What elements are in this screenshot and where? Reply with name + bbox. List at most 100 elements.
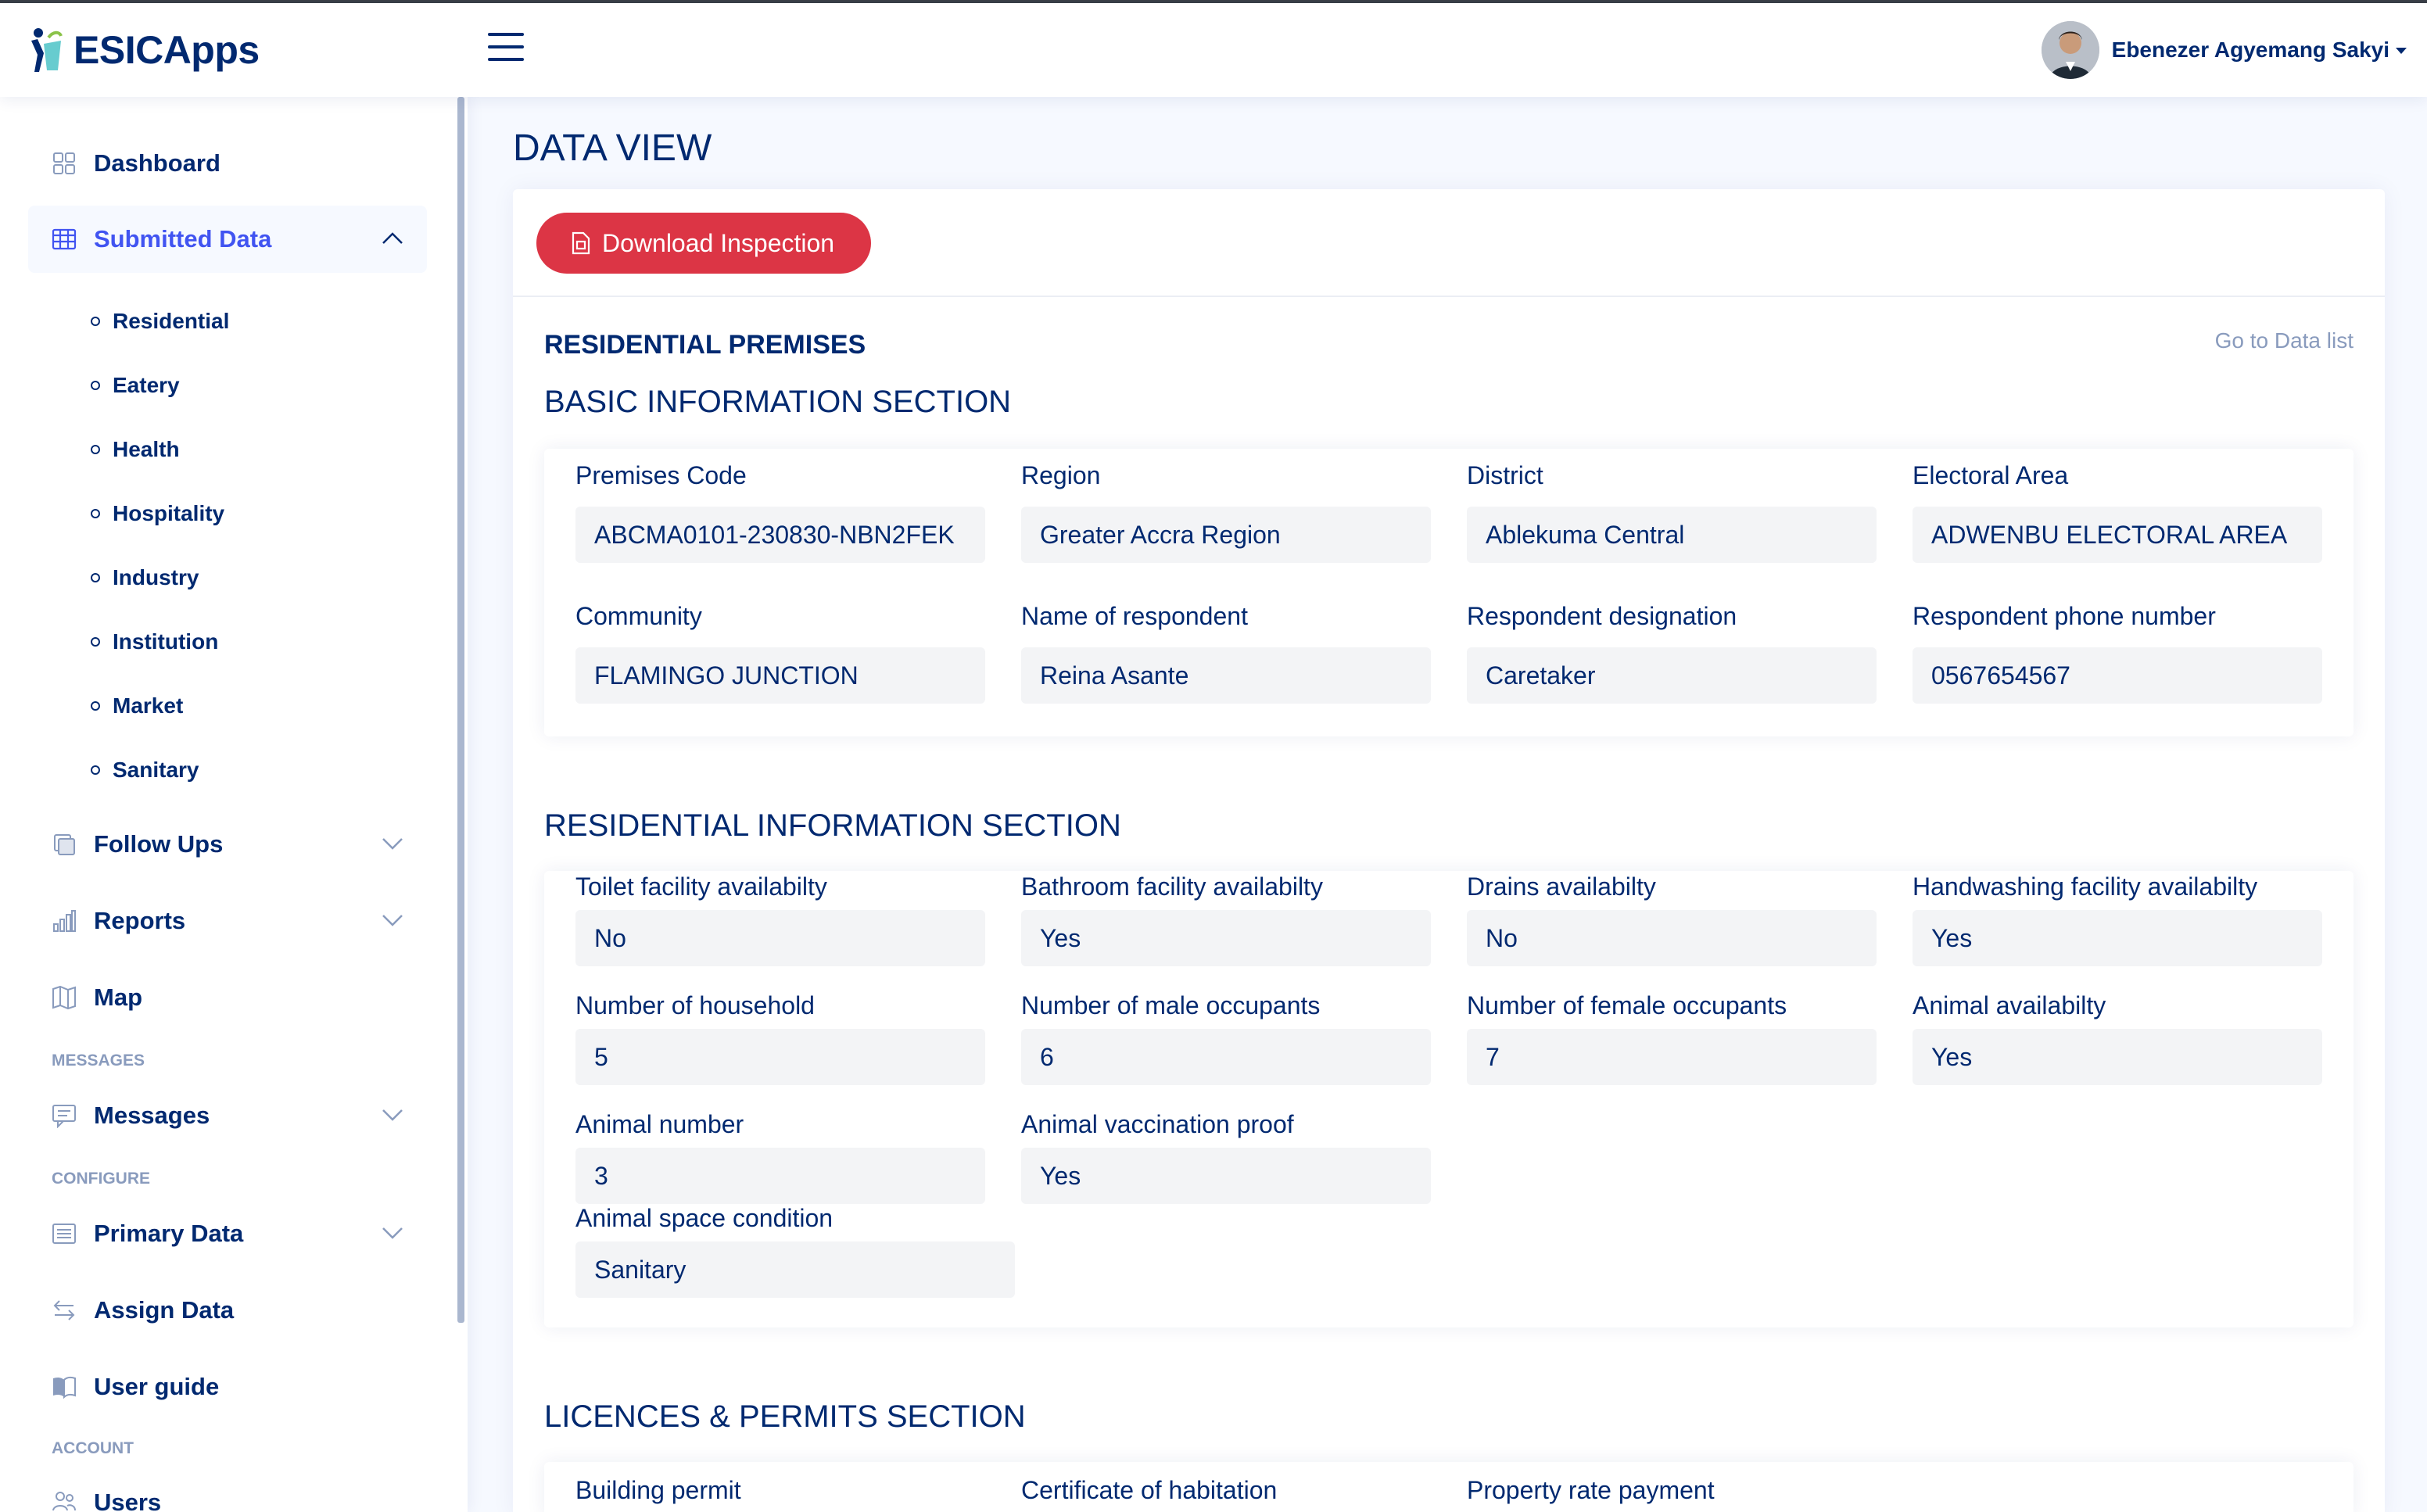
field-label: Drains availabilty [1467, 872, 1656, 901]
sidebar-sub-industry[interactable]: Industry [91, 558, 199, 597]
field-label: Animal number [575, 1110, 744, 1138]
sidebar-item-user-guide[interactable]: User guide [28, 1353, 427, 1421]
field-label: Electoral Area [1913, 461, 2069, 489]
basic-info-panel: Premises Code ABCMA0101-230830-NBN2FEK R… [544, 449, 2354, 736]
licences-section-title: LICENCES & PERMITS SECTION [544, 1399, 1026, 1434]
bathroom-facility-field[interactable]: Yes [1021, 910, 1431, 966]
household-count-field[interactable]: 5 [575, 1029, 985, 1085]
sidebar-item-follow-ups[interactable]: Follow Ups [28, 811, 427, 878]
respondent-name-field[interactable]: Reina Asante [1021, 647, 1431, 704]
sidebar-item-assign-data[interactable]: Assign Data [28, 1277, 427, 1344]
sidebar-item-map[interactable]: Map [28, 964, 427, 1031]
sidebar-item-label: Reports [94, 907, 186, 934]
nav-heading-account: ACCOUNT [52, 1439, 134, 1457]
logo[interactable]: ESICApps [27, 25, 260, 75]
field-label: Toilet facility availabilty [575, 872, 827, 901]
sidebar-sub-label: Hospitality [113, 501, 225, 525]
sidebar-sub-label: Health [113, 437, 180, 461]
field-label: Name of respondent [1021, 602, 1248, 630]
animal-space-condition-field[interactable]: Sanitary [575, 1241, 1015, 1298]
map-icon [52, 985, 77, 1010]
sidebar-sub-residential[interactable]: Residential [91, 302, 229, 341]
sidebar-item-users[interactable]: Users [28, 1470, 427, 1512]
residential-section-title: RESIDENTIAL INFORMATION SECTION [544, 808, 1121, 843]
sidebar-item-reports[interactable]: Reports [28, 887, 427, 955]
chat-icon [52, 1103, 77, 1128]
animal-availability-field[interactable]: Yes [1913, 1029, 2322, 1085]
menu-toggle-button[interactable] [488, 33, 524, 64]
drains-field[interactable]: No [1467, 910, 1877, 966]
respondent-designation-field[interactable]: Caretaker [1467, 647, 1877, 704]
hamburger-line [488, 33, 524, 36]
sidebar-sub-sanitary[interactable]: Sanitary [91, 751, 199, 790]
field-label: Number of male occupants [1021, 991, 1321, 1019]
sidebar-sub-market[interactable]: Market [91, 686, 183, 726]
download-inspection-button[interactable]: Download Inspection [536, 213, 871, 274]
field-label: Respondent phone number [1913, 602, 2216, 630]
hamburger-line [488, 58, 524, 61]
dot-icon [91, 509, 100, 518]
chevron-down-icon [382, 1109, 403, 1121]
animal-number-field[interactable]: 3 [575, 1148, 985, 1204]
data-view-card: Download Inspection RESIDENTIAL PREMISES… [513, 189, 2385, 1512]
residential-info-panel: Toilet facility availabilty No Bathroom … [544, 871, 2354, 1327]
sidebar-sub-label: Industry [113, 565, 199, 589]
region-field[interactable]: Greater Accra Region [1021, 507, 1431, 563]
field-label: Property rate payment [1467, 1476, 1715, 1504]
sidebar-sub-eatery[interactable]: Eatery [91, 366, 180, 405]
respondent-phone-field[interactable]: 0567654567 [1913, 647, 2322, 704]
arrows-icon [52, 1298, 77, 1323]
field-label: District [1467, 461, 1543, 489]
field-label: Building permit [575, 1476, 741, 1504]
sidebar-item-messages[interactable]: Messages [28, 1082, 427, 1149]
sidebar-scrollbar[interactable] [457, 97, 464, 1323]
handwashing-field[interactable]: Yes [1913, 910, 2322, 966]
field-label: Respondent designation [1467, 602, 1737, 630]
sidebar-sub-health[interactable]: Health [91, 430, 180, 469]
field-label: Animal vaccination proof [1021, 1110, 1294, 1138]
animal-vaccination-field[interactable]: Yes [1021, 1148, 1431, 1204]
nav-heading-messages: MESSAGES [52, 1052, 145, 1070]
district-field[interactable]: Ablekuma Central [1467, 507, 1877, 563]
book-icon [52, 1374, 77, 1399]
sidebar-item-submitted-data[interactable]: Submitted Data [28, 206, 427, 273]
sidebar-item-label: Users [94, 1489, 162, 1512]
chevron-up-icon [382, 232, 403, 244]
sidebar-item-label: Map [94, 984, 142, 1011]
go-to-data-list-link[interactable]: Go to Data list [2215, 328, 2354, 353]
dot-icon [91, 445, 100, 454]
premises-title: RESIDENTIAL PREMISES [544, 330, 866, 360]
toilet-facility-field[interactable]: No [575, 910, 985, 966]
app-name: ESICApps [73, 28, 260, 72]
sidebar-sub-label: Institution [113, 629, 219, 654]
sidebar-sub-label: Sanitary [113, 758, 199, 782]
sidebar-item-label: Messages [94, 1102, 210, 1129]
profile-dropdown[interactable]: Ebenezer Agyemang Sakyi [2041, 20, 2407, 80]
sidebar-item-label: Primary Data [94, 1220, 244, 1247]
field-label: Number of household [575, 991, 815, 1019]
sidebar-sub-label: Eatery [113, 373, 180, 397]
table-icon [52, 227, 77, 252]
logo-icon [31, 28, 63, 72]
field-label: Certificate of habitation [1021, 1476, 1278, 1504]
electoral-area-field[interactable]: ADWENBU ELECTORAL AREA [1913, 507, 2322, 563]
sidebar-sub-hospitality[interactable]: Hospitality [91, 494, 224, 533]
sidebar-item-label: Assign Data [94, 1296, 235, 1324]
sidebar-item-label: User guide [94, 1373, 220, 1400]
profile-name: Ebenezer Agyemang Sakyi [2111, 38, 2389, 62]
licences-panel: Building permit Certificate of habitatio… [544, 1462, 2354, 1512]
chevron-down-icon [382, 838, 403, 850]
sidebar-item-dashboard[interactable]: Dashboard [28, 130, 427, 197]
sidebar-sub-institution[interactable]: Institution [91, 622, 218, 661]
layers-icon [52, 832, 77, 857]
field-label: Region [1021, 461, 1101, 489]
community-field[interactable]: FLAMINGO JUNCTION [575, 647, 985, 704]
avatar [2041, 21, 2099, 79]
premises-code-field[interactable]: ABCMA0101-230830-NBN2FEK [575, 507, 985, 563]
male-occupants-field[interactable]: 6 [1021, 1029, 1431, 1085]
female-occupants-field[interactable]: 7 [1467, 1029, 1877, 1085]
file-pdf-icon [572, 231, 590, 255]
sidebar-item-primary-data[interactable]: Primary Data [28, 1200, 427, 1267]
chevron-down-icon [382, 1227, 403, 1239]
dot-icon [91, 573, 100, 582]
